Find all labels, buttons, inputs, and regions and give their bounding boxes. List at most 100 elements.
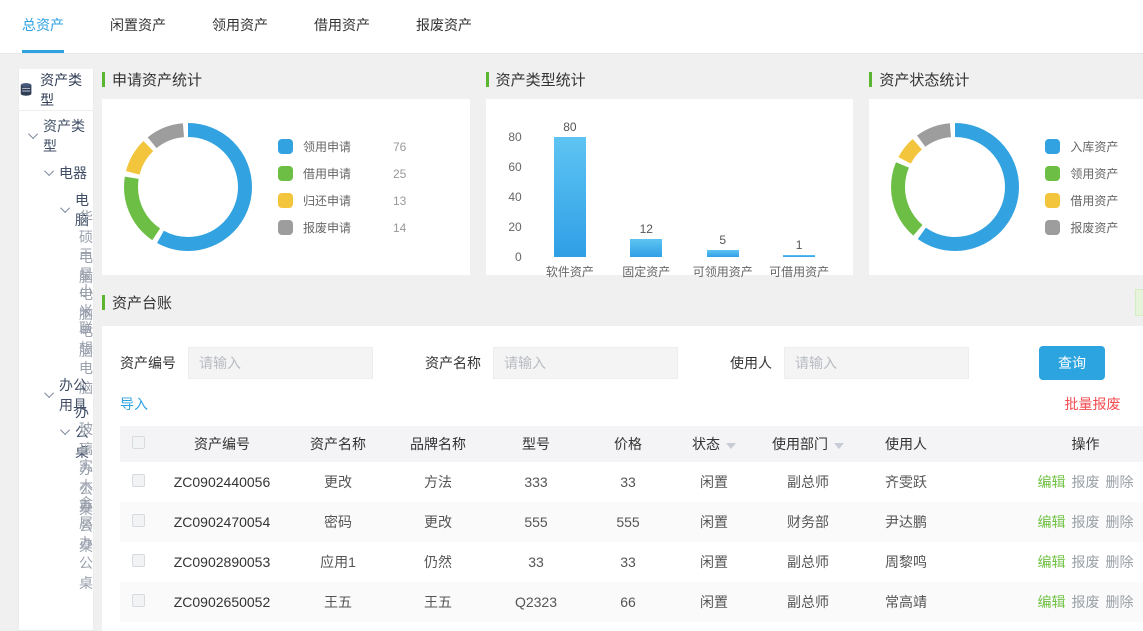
chart-section-2: 资产状态统计入库资产60领用资产21借用资产7报废资产10 [869,69,1143,275]
cell-model: 33 [488,554,584,570]
legend-item: 入库资产60 [1045,133,1143,160]
x-tick-label: 固定资产 [608,263,684,280]
cell-user: 常高靖 [860,592,952,612]
table-body: ZC0902440056更改方法33333闲置副总师齐雯跃编辑报废删除ZC090… [120,462,1143,631]
search-input-1[interactable] [493,347,678,379]
table-header-row: 资产编号资产名称品牌名称型号价格状态使用部门使用人操作 [120,426,1143,462]
cell-department: 财务部 [756,512,860,532]
cell-user: 尹达鹏 [860,512,952,532]
header-label: 使用部门 [772,436,828,452]
scrap-link[interactable]: 报废 [1072,554,1100,570]
delete-link[interactable]: 删除 [1106,474,1134,490]
collapse-trend-button[interactable]: 收起趋势图 [1135,289,1143,316]
delete-link[interactable]: 删除 [1106,594,1134,610]
checkbox-cell [120,474,156,490]
row-checkbox[interactable] [132,554,145,567]
chart-title-text: 申请资产统计 [112,69,202,90]
cell-name: 更改 [288,472,388,492]
row-checkbox[interactable] [132,594,145,607]
cell-department: 副总师 [756,552,860,572]
search-input-2[interactable] [784,347,969,379]
tab-2[interactable]: 领用资产 [212,0,268,53]
chart-section-1: 资产类型统计020406080801251软件资产固定资产可领用资产可借用资产 [486,69,854,275]
import-link[interactable]: 导入 [120,394,148,414]
edit-link[interactable]: 编辑 [1038,514,1066,530]
cell-price: 33 [584,554,672,570]
cell-status: 闲置 [672,512,756,532]
header-label: 品牌名称 [410,436,466,452]
y-tick-label: 40 [498,190,522,204]
edit-link[interactable]: 编辑 [1038,554,1066,570]
cell-status: 闲置 [672,552,756,572]
legend-value: 13 [393,194,406,208]
legend-item: 领用资产21 [1045,160,1143,187]
legend-label: 报废申请 [303,219,367,236]
tab-3[interactable]: 借用资产 [314,0,370,53]
header-label: 资产名称 [310,436,366,452]
x-tick-label: 软件资产 [532,263,608,280]
header-cell-0 [120,436,156,452]
scrap-link[interactable]: 报废 [1072,514,1100,530]
cell-status: 闲置 [672,592,756,612]
tab-bar: 总资产 闲置资产领用资产借用资产报废资产 [0,0,1143,54]
filter-icon[interactable] [726,443,736,449]
search-button[interactable]: 查询 [1039,346,1105,380]
chart-card: 入库资产60领用资产21借用资产7报废资产10 [869,99,1143,275]
tree-item-label: 金属办公桌 [79,493,93,593]
bar-column: 5 [685,233,761,258]
edit-link[interactable]: 编辑 [1038,474,1066,490]
search-field-label: 使用人 [730,353,772,373]
select-all-checkbox[interactable] [132,436,145,449]
batch-scrap-link[interactable]: 批量报废 [1065,396,1121,412]
tab-4[interactable]: 报废资产 [416,0,472,53]
page-content: 资产类型 资产类型电器电脑华硕电脑三星电脑小米电脑联想电脑办公用具办公桌玻璃办公… [0,69,1143,631]
tree-item[interactable]: 金属办公桌 [19,524,93,561]
actions-cell: 编辑报废删除 [952,592,1143,612]
header-cell-7: 使用部门 [756,434,860,454]
scrap-link[interactable]: 报废 [1072,594,1100,610]
bar-value-label: 12 [640,222,653,236]
bar [783,255,815,257]
tab-1[interactable]: 闲置资产 [110,0,166,53]
cell-name: 王五 [288,592,388,612]
cell-code: ZC0902440056 [156,474,288,490]
header-cell-2: 资产名称 [288,434,388,454]
legend-color-chip [1045,166,1060,181]
scrap-link[interactable]: 报废 [1072,474,1100,490]
search-input-0[interactable] [188,347,373,379]
tree-item[interactable]: 电器 [19,154,93,191]
filter-icon[interactable] [834,443,844,449]
edit-link[interactable]: 编辑 [1038,594,1066,610]
legend-color-chip [278,139,293,154]
green-bar [102,295,105,310]
legend-label: 领用申请 [303,138,367,155]
legend-item: 领用申请 76 [278,133,406,160]
search-field-0: 资产编号 [120,347,373,379]
charts-row: 申请资产统计领用申请76借用申请25归还申请13报废申请14资产类型统计0204… [102,69,1143,275]
bar-column: 1 [761,238,837,257]
tree-item-label: 电器 [59,163,87,183]
x-axis-labels: 软件资产固定资产可领用资产可借用资产 [532,263,838,280]
chart-card: 020406080801251软件资产固定资产可领用资产可借用资产 [486,99,854,275]
cell-status: 闲置 [672,472,756,492]
legend-item: 借用资产7 [1045,187,1143,214]
tab-0[interactable]: 总资产 [22,0,64,53]
delete-link[interactable]: 删除 [1106,554,1134,570]
cell-code: ZC0902890053 [156,554,288,570]
search-field-label: 资产编号 [120,353,176,373]
actions-cell: 编辑报废删除 [952,472,1143,492]
legend-value: 76 [393,140,406,154]
sidebar: 资产类型 资产类型电器电脑华硕电脑三星电脑小米电脑联想电脑办公用具办公桌玻璃办公… [18,69,94,631]
row-checkbox[interactable] [132,514,145,527]
legend-color-chip [278,193,293,208]
delete-link[interactable]: 删除 [1106,514,1134,530]
table-row: ZC0902890053应用1仍然3333闲置副总师周黎鸣编辑报废删除 [120,542,1143,582]
header-label: 资产编号 [194,436,250,452]
legend-item: 报废资产10 [1045,214,1143,241]
header-label: 操作 [1072,436,1100,452]
tree-item[interactable]: 资产类型 [19,117,93,154]
tree-item[interactable]: 联想电脑 [19,339,93,376]
legend-label: 入库资产 [1070,138,1134,155]
links-row: 导入 批量报废 批量删除 [120,394,1143,414]
row-checkbox[interactable] [132,474,145,487]
